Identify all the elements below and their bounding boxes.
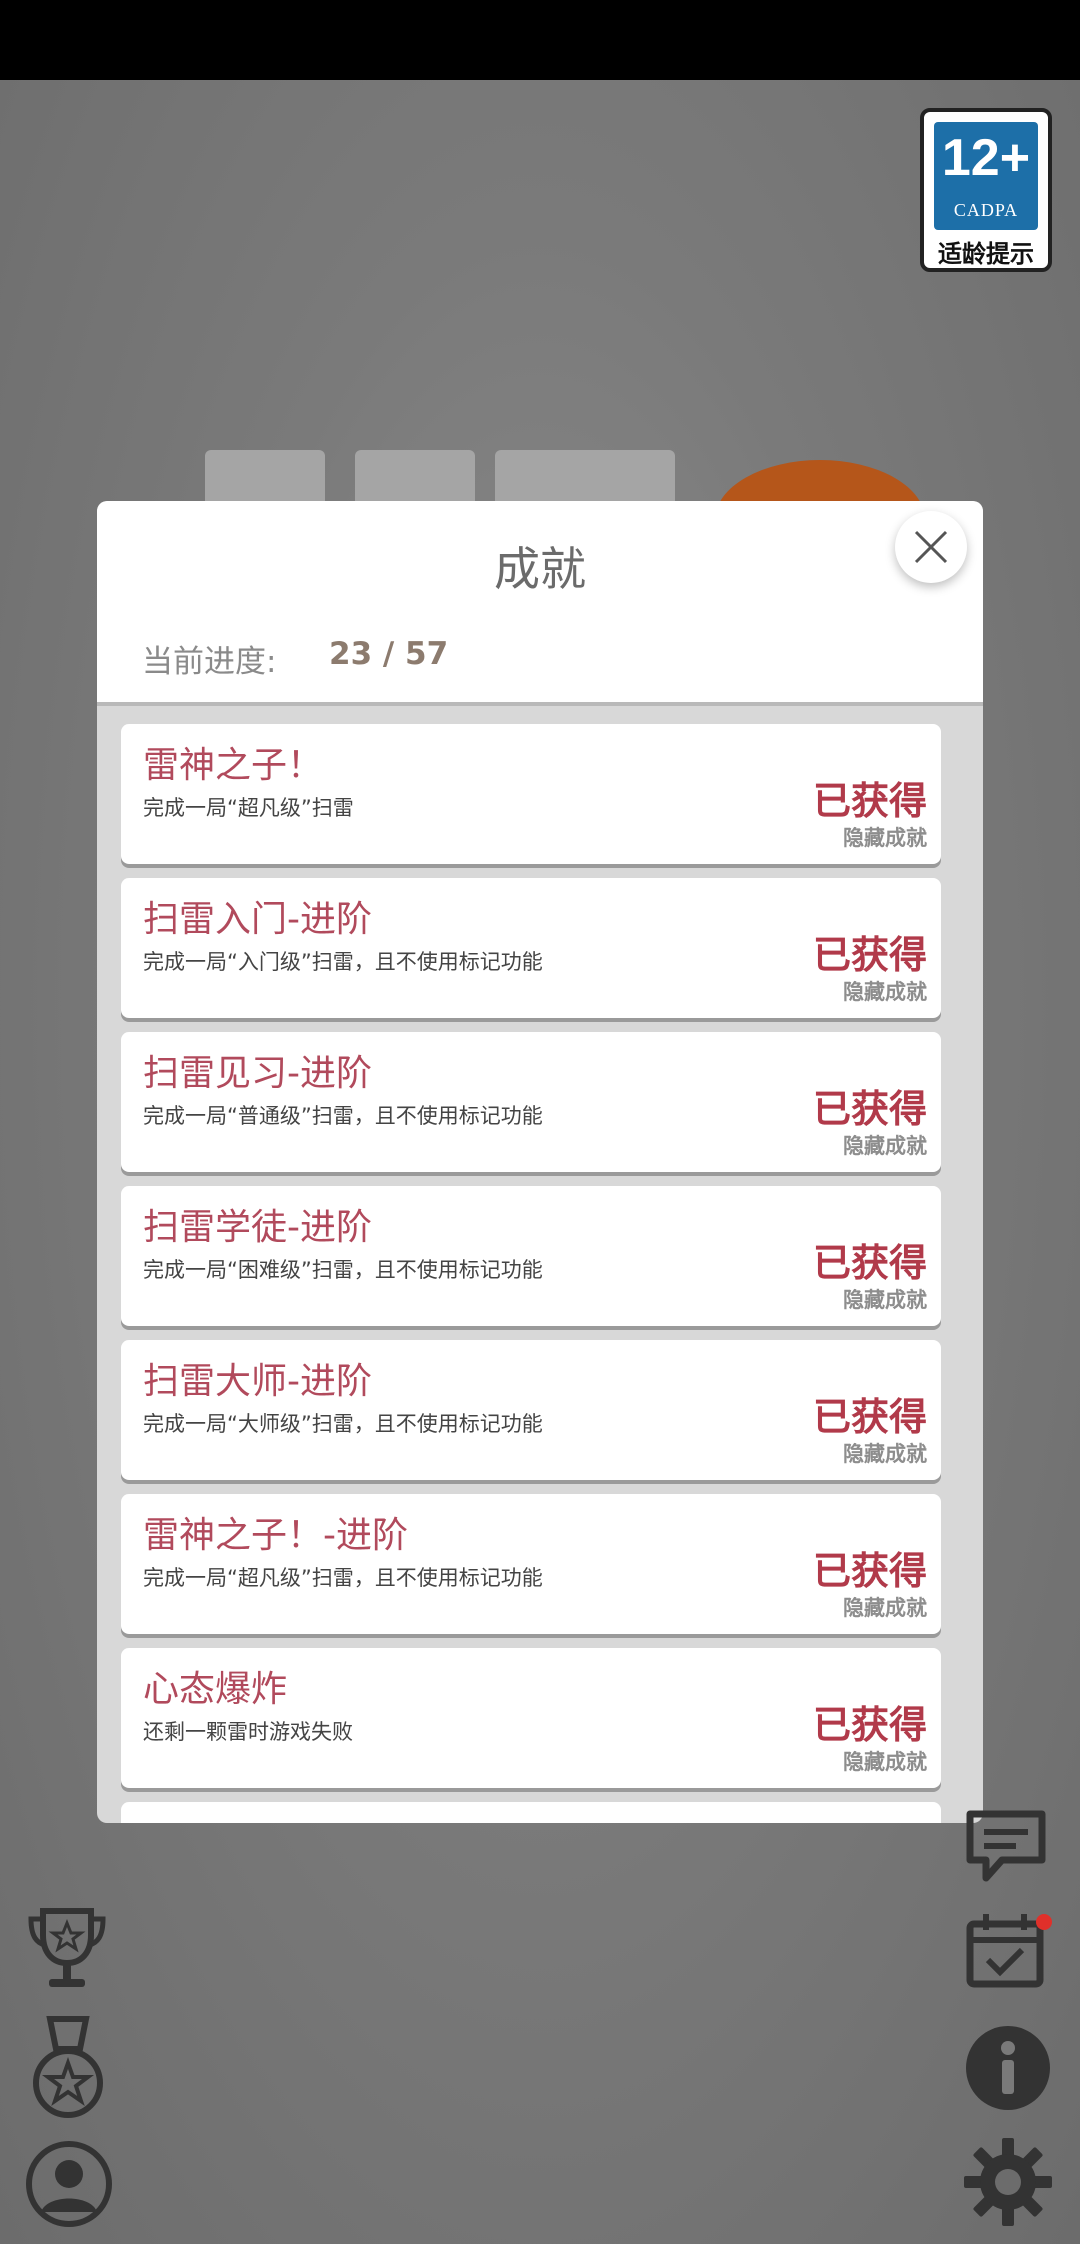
achievement-tag: 隐藏成就: [843, 826, 927, 850]
chat-icon: [966, 1810, 1046, 1882]
achievement-desc: 还剩一颗雷时游戏失败: [143, 1720, 353, 1744]
achievement-tag: 隐藏成就: [843, 1596, 927, 1620]
achievement-status: 已获得: [812, 1241, 927, 1285]
achievement-status: 已获得: [812, 1395, 927, 1439]
achievement-tag: 隐藏成就: [843, 1442, 927, 1466]
close-button[interactable]: [895, 511, 967, 583]
calendar-check-icon: [966, 1914, 1052, 1988]
achievement-title: 扫雷学徒-进阶: [143, 1207, 372, 1248]
info-button[interactable]: [964, 2024, 1052, 2116]
achievement-tag: 隐藏成就: [843, 1134, 927, 1158]
close-icon: [914, 530, 948, 564]
calendar-button[interactable]: [964, 1910, 1054, 1994]
achievement-card: 扫雷大师-进阶 完成一局“大师级”扫雷，且不使用标记功能 已获得 隐藏成就: [121, 1340, 941, 1480]
age-rating-badge[interactable]: 12+ CADPA 适龄提示: [920, 108, 1052, 272]
achievements-dialog: 成就 当前进度: 23 / 57 雷神之子！ 完成一局“超凡级”扫雷 已获得 隐…: [97, 501, 983, 1823]
screen: 12+ CADPA 适龄提示 成就 当前进度: 23 / 57 雷神之子！ 完成…: [0, 0, 1080, 2244]
achievement-status: 已获得: [812, 1703, 927, 1747]
achievement-card-partial: [121, 1802, 941, 1823]
notification-dot: [1036, 1914, 1052, 1930]
achievement-desc: 完成一局“困难级”扫雷，且不使用标记功能: [143, 1258, 543, 1282]
age-rating-number: 12+: [941, 129, 1031, 187]
age-rating-box: 12+ CADPA: [934, 122, 1038, 230]
achievement-desc: 完成一局“入门级”扫雷，且不使用标记功能: [143, 950, 543, 974]
achievement-card: 扫雷学徒-进阶 完成一局“困难级”扫雷，且不使用标记功能 已获得 隐藏成就: [121, 1186, 941, 1326]
achievement-title: 心态爆炸: [143, 1669, 288, 1710]
trophy-icon: [28, 1908, 106, 1987]
age-rating-tip: 适龄提示: [938, 240, 1034, 268]
medal-button[interactable]: [30, 2015, 106, 2125]
achievement-desc: 完成一局“超凡级”扫雷，且不使用标记功能: [143, 1566, 543, 1590]
achievement-title: 雷神之子！-进阶: [143, 1515, 408, 1556]
achievement-title: 扫雷入门-进阶: [143, 899, 372, 940]
achievement-desc: 完成一局“大师级”扫雷，且不使用标记功能: [143, 1412, 543, 1436]
status-bar: [0, 0, 1080, 80]
profile-button[interactable]: [25, 2140, 113, 2232]
achievement-card: 雷神之子！ 完成一局“超凡级”扫雷 已获得 隐藏成就: [121, 724, 941, 864]
achievement-card: 心态爆炸 还剩一颗雷时游戏失败 已获得 隐藏成就: [121, 1648, 941, 1788]
achievement-desc: 完成一局“普通级”扫雷，且不使用标记功能: [143, 1104, 543, 1128]
medal-icon: [33, 2016, 103, 2118]
achievement-card: 雷神之子！-进阶 完成一局“超凡级”扫雷，且不使用标记功能 已获得 隐藏成就: [121, 1494, 941, 1634]
dialog-title: 成就: [494, 542, 586, 596]
achievement-status: 已获得: [812, 779, 927, 823]
age-rating-org: CADPA: [953, 200, 1019, 220]
achievement-card: 扫雷见习-进阶 完成一局“普通级”扫雷，且不使用标记功能 已获得 隐藏成就: [121, 1032, 941, 1172]
achievement-title: 扫雷见习-进阶: [143, 1053, 372, 1094]
achievement-title: 扫雷大师-进阶: [143, 1361, 372, 1402]
achievement-title: 雷神之子！: [143, 745, 324, 786]
info-icon: [966, 2026, 1050, 2110]
achievement-tag: 隐藏成就: [843, 1288, 927, 1312]
achievement-status: 已获得: [812, 933, 927, 977]
achievement-list[interactable]: 雷神之子！ 完成一局“超凡级”扫雷 已获得 隐藏成就 扫雷入门-进阶 完成一局“…: [97, 706, 983, 1823]
achievement-tag: 隐藏成就: [843, 980, 927, 1004]
chat-button[interactable]: [962, 1806, 1050, 1890]
achievement-status: 已获得: [812, 1549, 927, 1593]
achievement-card: 扫雷入门-进阶 完成一局“入门级”扫雷，且不使用标记功能 已获得 隐藏成就: [121, 878, 941, 1018]
achievement-desc: 完成一局“超凡级”扫雷: [143, 796, 354, 820]
achievement-status: 已获得: [812, 1087, 927, 1131]
achievement-tag: 隐藏成就: [843, 1750, 927, 1774]
profile-icon: [26, 2141, 112, 2227]
trophy-button[interactable]: [25, 1905, 109, 1999]
gear-icon: [964, 2138, 1052, 2226]
progress-label: 当前进度:: [142, 644, 277, 680]
progress-value: 23 / 57: [329, 636, 449, 672]
dialog-header: 成就 当前进度: 23 / 57: [97, 501, 983, 706]
settings-button[interactable]: [962, 2136, 1054, 2232]
